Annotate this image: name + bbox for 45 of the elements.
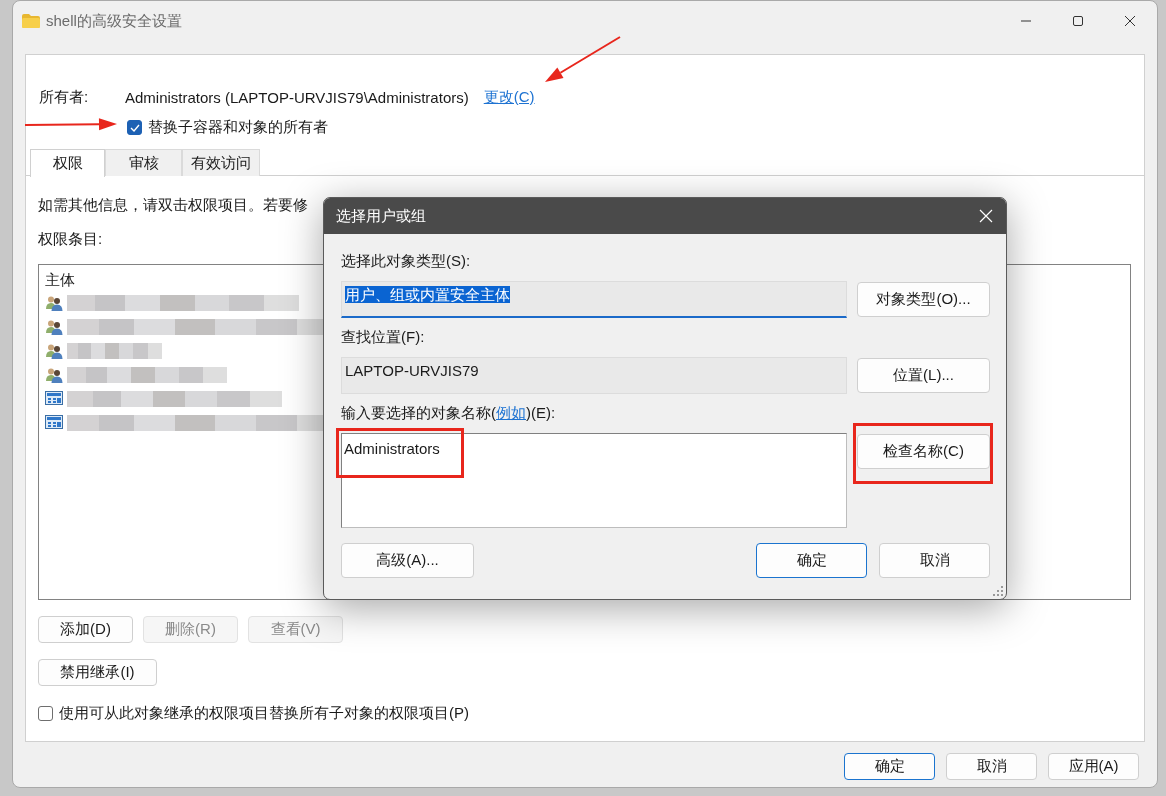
checkbox[interactable]	[38, 706, 53, 721]
field-label: 输入要选择的对象名称(例如)(E):	[341, 404, 557, 423]
field-label: 查找位置(F):	[341, 328, 426, 347]
object-types-button[interactable]: 对象类型(O)...	[857, 282, 990, 317]
owner-label: 所有者:	[39, 87, 90, 107]
users-icon	[45, 319, 63, 335]
app-window-icon	[45, 391, 63, 407]
window-title: shell的高级安全设置	[46, 11, 182, 31]
resize-grip-icon	[993, 586, 1003, 596]
checkbox[interactable]	[127, 120, 142, 135]
entries-label: 权限条目:	[38, 230, 104, 249]
users-icon	[45, 295, 63, 311]
tab[interactable]: 审核	[105, 149, 182, 176]
tab[interactable]: 有效访问	[182, 149, 260, 176]
object-names-field[interactable]: Administrators	[341, 433, 847, 528]
field-label: 选择此对象类型(S):	[341, 252, 472, 271]
tab[interactable]: 权限	[30, 149, 105, 177]
maximize-icon	[1072, 15, 1084, 27]
column-header[interactable]: 主体	[45, 270, 75, 290]
button[interactable]: 确定	[844, 753, 935, 780]
close-icon	[1124, 15, 1136, 27]
button[interactable]: 添加(D)	[38, 616, 133, 643]
cancel-button[interactable]: 取消	[879, 543, 990, 578]
owner-value: Administrators (LAPTOP-URVJIS79\Administrators)	[125, 88, 469, 106]
disable-inheritance-button[interactable]: 禁用继承(I)	[38, 659, 157, 686]
users-icon	[45, 343, 63, 359]
location-field[interactable]: LAPTOP-URVJIS79	[341, 357, 847, 394]
button[interactable]: 取消	[946, 753, 1037, 780]
check-names-button[interactable]: 检查名称(C)	[857, 434, 990, 469]
examples-link[interactable]: 例如	[496, 404, 526, 421]
locations-button[interactable]: 位置(L)...	[857, 358, 990, 393]
folder-icon	[22, 14, 40, 28]
app-window-icon	[45, 415, 63, 431]
advanced-button[interactable]: 高级(A)...	[341, 543, 474, 578]
checkbox-label: 替换子容器和对象的所有者	[148, 118, 328, 137]
ok-button[interactable]: 确定	[756, 543, 867, 578]
info-text: 如需其他信息，请双击权限项目。若要修	[38, 196, 308, 215]
checkbox-label: 使用可从此对象继承的权限项目替换所有子对象的权限项目(P)	[59, 704, 469, 723]
check-icon	[129, 123, 140, 132]
users-icon	[45, 367, 63, 383]
object-type-field[interactable]: 用户、组或内置安全主体	[341, 281, 847, 318]
change-link[interactable]: 更改(C)	[483, 87, 535, 107]
button[interactable]: 应用(A)	[1048, 753, 1139, 780]
dialog-title: 选择用户或组	[336, 206, 426, 226]
close-icon	[979, 209, 993, 223]
